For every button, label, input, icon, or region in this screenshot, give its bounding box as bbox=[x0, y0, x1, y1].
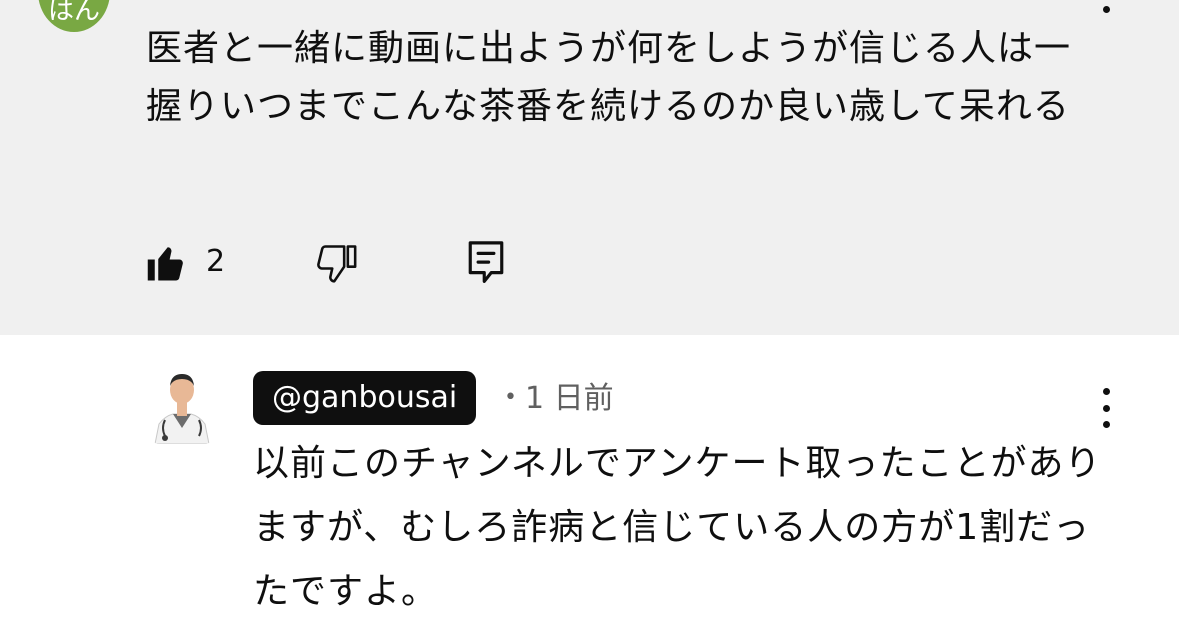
like-count: 2 bbox=[206, 243, 226, 279]
avatar-initials: はん bbox=[47, 0, 100, 26]
comment-timestamp: • 1 日前 bbox=[504, 376, 614, 421]
channel-handle[interactable]: @ganbousai bbox=[253, 371, 477, 425]
reply-icon bbox=[468, 241, 504, 283]
like-button[interactable]: 2 bbox=[146, 242, 225, 284]
comment-actions: 2 bbox=[146, 238, 507, 288]
thumb-down-icon bbox=[317, 245, 357, 283]
thumb-up-filled-icon bbox=[147, 247, 183, 281]
dislike-button[interactable] bbox=[313, 241, 357, 285]
reply-avatar[interactable] bbox=[151, 368, 213, 444]
avatar-doctor-image bbox=[151, 368, 213, 444]
reply-text: 以前このチャンネルでアンケート取ったことがありますが、むしろ詐病と信じている人の… bbox=[253, 443, 1102, 612]
highlighted-comment: はん 医者と一緒に動画に出ようが何をしようが信じる人は一握りいつまでこんな茶番を… bbox=[0, 0, 1179, 335]
separator-dot: • bbox=[504, 385, 517, 410]
more-options-icon[interactable] bbox=[1096, 0, 1116, 18]
comment-text: 医者と一緒に動画に出ようが何をしようが信じる人は一握りいつまでこんな茶番を続ける… bbox=[146, 28, 1072, 127]
reply-button[interactable] bbox=[465, 239, 507, 287]
time-ago[interactable]: 1 日前 bbox=[525, 381, 614, 416]
more-options-icon[interactable] bbox=[1096, 388, 1116, 428]
commenter-avatar[interactable]: はん bbox=[38, 0, 110, 32]
